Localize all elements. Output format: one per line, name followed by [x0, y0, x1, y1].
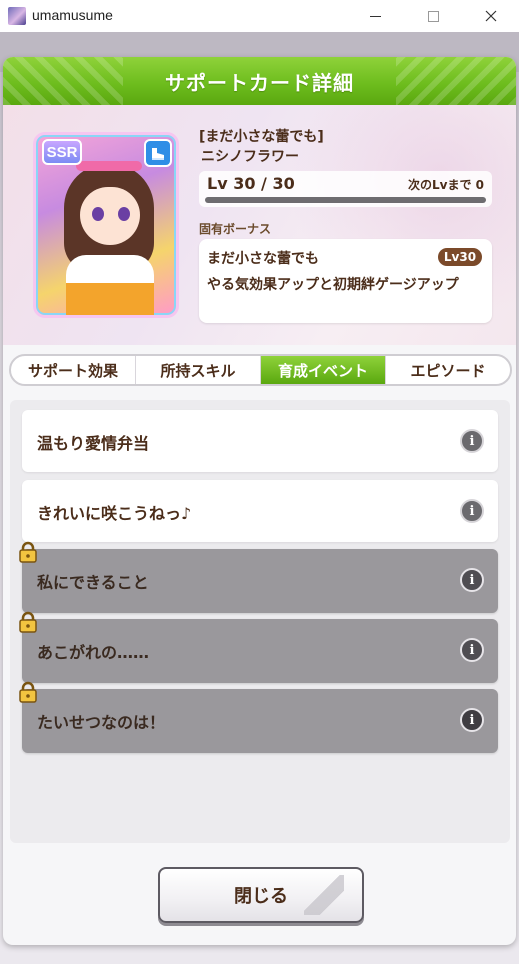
info-icon[interactable]: i — [460, 499, 484, 523]
next-level-text: 次のLvまで 0 — [408, 178, 484, 192]
card-art-eye — [92, 207, 104, 221]
unique-bonus-box: まだ小さな蕾でも Lv30 やる気効果アップと初期絆ゲージアップ — [199, 239, 492, 323]
tab-episodes[interactable]: エピソード — [386, 356, 510, 384]
event-title: 私にできること — [37, 573, 149, 592]
unique-bonus-name: まだ小さな蕾でも — [207, 251, 319, 267]
lock-icon — [19, 541, 37, 563]
close-window-button[interactable] — [468, 0, 514, 32]
tab-support-effects[interactable]: サポート効果 — [11, 356, 136, 384]
close-button[interactable]: 閉じる — [158, 867, 364, 923]
close-icon — [485, 10, 497, 22]
unique-bonus-level-badge: Lv30 — [438, 248, 482, 266]
info-icon[interactable]: i — [460, 708, 484, 732]
event-row[interactable]: 温もり愛情弁当 i — [22, 410, 498, 472]
window-titlebar: umamusume — [0, 0, 519, 32]
training-events-panel: 温もり愛情弁当 i きれいに咲こうねっ♪ i 私にできること i あこがれの……… — [10, 400, 510, 843]
minimize-button[interactable] — [352, 0, 398, 32]
rarity-badge: SSR — [42, 139, 82, 165]
maximize-icon — [427, 10, 439, 22]
dialog-title: サポートカード詳細 — [165, 70, 354, 95]
card-art-body — [66, 255, 154, 315]
event-title: たいせつなのは！ — [37, 713, 166, 732]
card-subtitle: [まだ小さな蕾でも] — [199, 129, 324, 145]
level-progress-fill — [205, 197, 486, 203]
card-art-eye — [118, 207, 130, 221]
tab-training-events[interactable]: 育成イベント — [261, 356, 386, 384]
event-row-locked[interactable]: あこがれの…… i — [19, 611, 498, 683]
unique-bonus-description: やる気効果アップと初期絆ゲージアップ — [207, 277, 459, 293]
event-row-locked[interactable]: たいせつなのは！ i — [19, 681, 498, 753]
event-title: 温もり愛情弁当 — [37, 434, 150, 453]
minimize-icon — [369, 15, 381, 17]
card-name: ニシノフラワー — [201, 149, 299, 165]
event-row[interactable]: きれいに咲こうねっ♪ i — [22, 480, 498, 542]
card-art-headband — [76, 161, 142, 171]
close-button-label: 閉じる — [234, 886, 288, 907]
level-text: Lv 30 / 30 — [207, 174, 295, 193]
event-title: あこがれの…… — [37, 643, 150, 662]
tab-owned-skills[interactable]: 所持スキル — [136, 356, 261, 384]
info-icon[interactable]: i — [460, 429, 484, 453]
unique-bonus-label: 固有ボーナス — [199, 222, 272, 236]
card-art-face — [80, 187, 140, 245]
support-card-image[interactable]: SSR — [33, 132, 179, 318]
event-title: きれいに咲こうねっ♪ — [37, 504, 192, 523]
dialog-header: サポートカード詳細 — [3, 57, 516, 105]
info-icon[interactable]: i — [460, 638, 484, 662]
shoe-icon — [152, 148, 164, 160]
lock-icon — [19, 611, 37, 633]
event-row-locked[interactable]: 私にできること i — [19, 541, 498, 613]
detail-tabs: サポート効果 所持スキル 育成イベント エピソード — [9, 354, 512, 386]
support-card-detail-dialog: サポートカード詳細 SSR [まだ小さな蕾でも] ニシノフラワー Lv 30 /… — [3, 57, 516, 945]
level-progress-bar — [205, 197, 486, 203]
app-icon — [8, 7, 26, 25]
info-icon[interactable]: i — [460, 568, 484, 592]
maximize-button[interactable] — [410, 0, 456, 32]
level-box: Lv 30 / 30 次のLvまで 0 — [199, 171, 492, 207]
lock-icon — [19, 681, 37, 703]
speed-shoe-icon — [144, 139, 172, 167]
window-title: umamusume — [32, 7, 113, 23]
